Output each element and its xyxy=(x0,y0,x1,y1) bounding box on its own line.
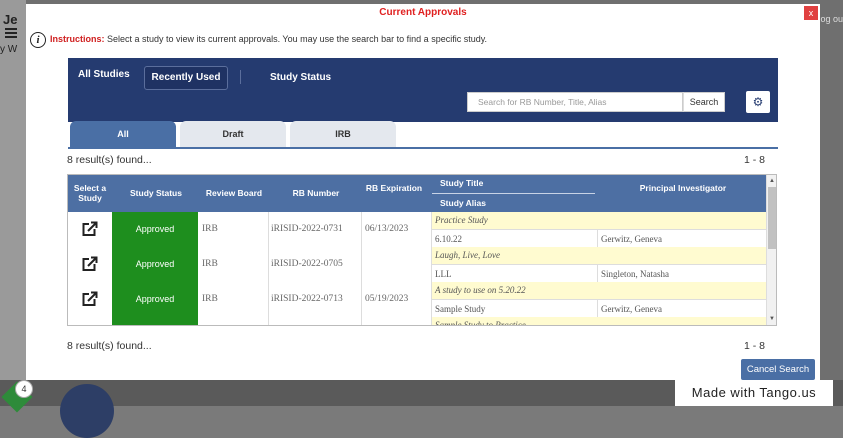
results-range-top: 1 - 8 xyxy=(744,154,766,166)
status-badge: Approved xyxy=(112,212,198,247)
instructions: Instructions: Select a study to view its… xyxy=(50,34,487,44)
header-study-title: Study Title xyxy=(440,178,484,188)
approvals-table: Select a Study Study Status Review Board… xyxy=(67,174,777,326)
step-number: 4 xyxy=(15,380,33,398)
study-navbar: All Studies Recently Used Study Status S… xyxy=(68,58,778,122)
info-icon: i xyxy=(30,32,46,48)
edit-icon xyxy=(82,256,98,271)
study-alias-cell: 6.10.22 xyxy=(431,229,597,247)
subtab-underline xyxy=(68,147,778,149)
table-scrollbar[interactable]: ▲ ▼ xyxy=(766,175,776,325)
table-row[interactable]: Approved IRB iRISID-2022-0731 06/13/2023… xyxy=(68,212,767,248)
status-badge: Approved xyxy=(112,247,198,282)
header-select: Select a Study xyxy=(73,183,107,203)
search-input[interactable]: Search for RB Number, Title, Alias xyxy=(467,92,683,112)
header-divider xyxy=(432,193,595,194)
table-header: Select a Study Study Status Review Board… xyxy=(68,175,767,212)
select-study-button[interactable] xyxy=(68,317,112,325)
tab-all-studies[interactable]: All Studies xyxy=(78,69,130,80)
scroll-down-icon[interactable]: ▼ xyxy=(767,315,776,323)
header-status: Study Status xyxy=(130,188,182,198)
header-pi: Principal Investigator xyxy=(639,183,727,193)
instructions-label: Instructions: xyxy=(50,34,105,44)
settings-button[interactable]: ⚙ xyxy=(746,91,770,113)
edit-icon xyxy=(82,221,98,236)
review-board-cell: IRB xyxy=(202,294,218,304)
gear-icon: ⚙ xyxy=(752,95,764,109)
hamburger-icon xyxy=(5,28,17,38)
header-review-board: Review Board xyxy=(205,188,263,198)
step-badge: 4 xyxy=(1,380,33,413)
expiration-cell: 05/19/2023 xyxy=(365,294,409,304)
expiration-cell: 06/13/2023 xyxy=(365,224,409,234)
results-range-bottom: 1 - 8 xyxy=(744,340,766,352)
select-study-button[interactable] xyxy=(68,247,112,282)
subtab-irb[interactable]: IRB xyxy=(290,121,396,147)
rb-number-cell: iRISID-2022-0713 xyxy=(271,294,343,304)
table-row[interactable]: Approved IRB iRISID-2022-0705 Laugh, Liv… xyxy=(68,247,767,283)
header-study-alias: Study Alias xyxy=(440,198,486,208)
modal-title: Current Approvals xyxy=(379,7,467,18)
subtab-all[interactable]: All xyxy=(70,121,176,147)
select-study-button[interactable] xyxy=(68,212,112,247)
review-board-cell: IRB xyxy=(202,224,218,234)
study-title-cell: Laugh, Live, Love xyxy=(431,247,767,264)
background-logout-text: og ou xyxy=(820,14,843,24)
background-avatar-icon xyxy=(60,384,114,438)
results-count-bottom: 8 result(s) found... xyxy=(67,340,152,352)
background-left-panel: Je y W xyxy=(0,0,26,380)
search-button[interactable]: Search xyxy=(683,92,725,112)
table-row[interactable]: Sample Study to Practice xyxy=(68,317,767,325)
close-button[interactable]: x xyxy=(804,6,818,20)
edit-icon xyxy=(82,291,98,306)
select-study-button[interactable] xyxy=(68,282,112,317)
status-badge xyxy=(112,317,198,325)
review-board-cell: IRB xyxy=(202,259,218,269)
study-alias-cell: LLL xyxy=(431,264,597,282)
rb-number-cell: iRISID-2022-0731 xyxy=(271,224,343,234)
background-app-title: Je xyxy=(3,12,18,27)
pi-cell: Singleton, Natasha xyxy=(597,264,767,282)
scroll-up-icon[interactable]: ▲ xyxy=(767,177,776,185)
tab-recently-used[interactable]: Recently Used xyxy=(144,66,228,90)
pi-cell: Gerwitz, Geneva xyxy=(597,299,767,317)
current-approvals-modal: Current Approvals x i Instructions: Sele… xyxy=(26,4,820,380)
status-badge: Approved xyxy=(112,282,198,317)
cancel-search-button[interactable]: Cancel Search xyxy=(741,359,815,380)
study-title-cell: Practice Study xyxy=(431,212,767,229)
study-title-cell: A study to use on 5.20.22 xyxy=(431,282,767,299)
header-rb-expiration: RB Expiration xyxy=(365,183,423,193)
rb-number-cell: iRISID-2022-0705 xyxy=(271,259,343,269)
nav-divider xyxy=(240,70,241,84)
study-alias-cell: Sample Study xyxy=(431,299,597,317)
header-rb-number: RB Number xyxy=(292,188,340,198)
study-title-cell: Sample Study to Practice xyxy=(431,317,767,325)
instructions-text: Select a study to view its current appro… xyxy=(104,34,488,44)
tab-study-status[interactable]: Study Status xyxy=(270,72,331,83)
table-row[interactable]: Approved IRB iRISID-2022-0713 05/19/2023… xyxy=(68,282,767,318)
pi-cell: Gerwitz, Geneva xyxy=(597,229,767,247)
background-left-text: y W xyxy=(0,44,18,55)
results-count-top: 8 result(s) found... xyxy=(67,154,152,166)
scroll-thumb[interactable] xyxy=(768,187,776,249)
subtab-draft[interactable]: Draft xyxy=(180,121,286,147)
tango-watermark: Made with Tango.us xyxy=(675,380,833,406)
